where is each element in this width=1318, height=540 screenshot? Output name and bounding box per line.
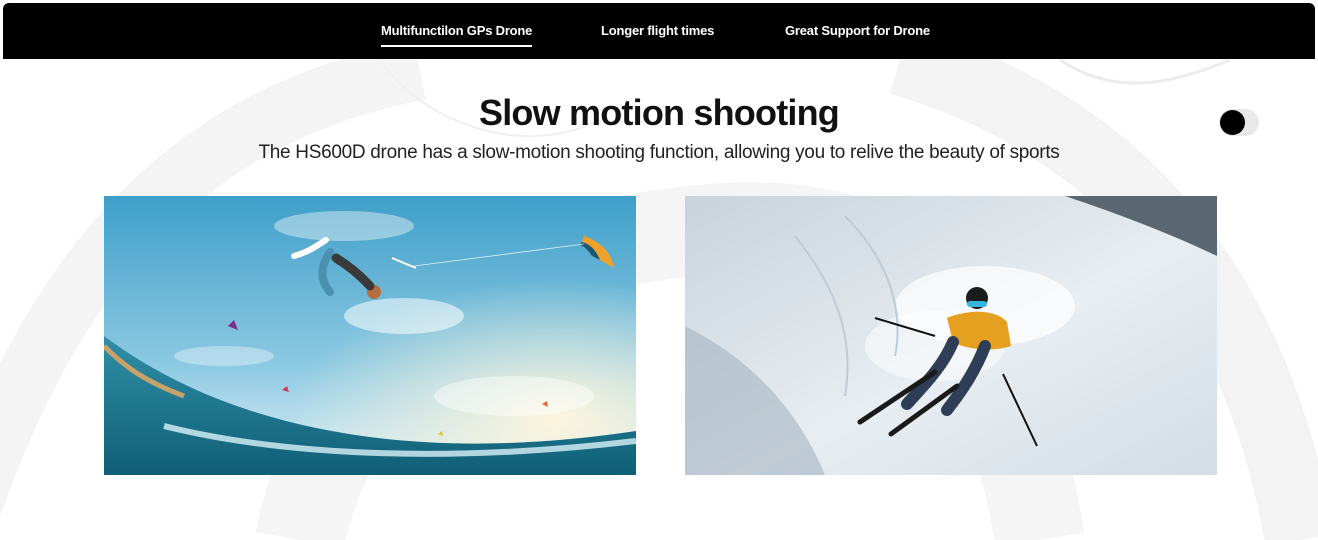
- top-navigation-bar: Multifunctilon GPs Drone Longer flight t…: [3, 3, 1315, 59]
- nav-tab-longer-flight-times[interactable]: Longer flight times: [601, 23, 714, 38]
- toggle-knob: [1220, 110, 1245, 135]
- skier-photo: [685, 196, 1217, 475]
- nav-tab-great-support[interactable]: Great Support for Drone: [785, 23, 930, 38]
- kitesurfer-photo: [104, 196, 636, 475]
- nav-tab-multifunction-gps-drone[interactable]: Multifunctilon GPs Drone: [381, 23, 533, 47]
- section-subtitle: The HS600D drone has a slow-motion shoot…: [258, 142, 1060, 163]
- section-title: Slow motion shooting: [479, 92, 840, 133]
- toggle-switch[interactable]: [1219, 109, 1259, 136]
